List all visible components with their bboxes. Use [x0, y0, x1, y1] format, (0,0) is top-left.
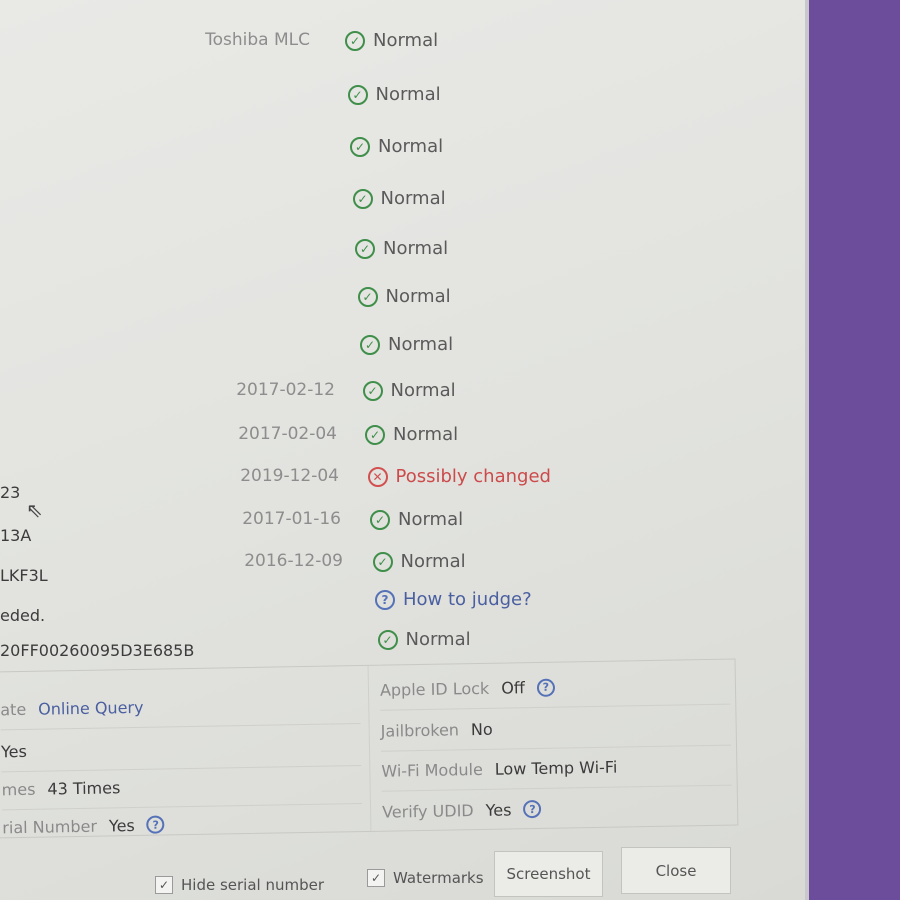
- check-circle-icon: ✓: [352, 188, 373, 209]
- check-circle-icon: ✓: [372, 551, 393, 572]
- value: Yes: [485, 799, 512, 820]
- cell-apple-id-lock: Apple ID Lock Off ?: [379, 664, 731, 711]
- checkbox-checked-icon[interactable]: ✓: [155, 876, 173, 894]
- status-ok: ✓ Normal: [355, 238, 448, 259]
- mouse-cursor-icon: ⇖: [26, 498, 43, 522]
- status-text: Normal: [378, 136, 444, 157]
- value: Off: [501, 678, 526, 698]
- report-window: Toshiba MLC ✓ Normal ✓ Normal ✓ Normal ✓ Normal ✓…: [0, 0, 809, 900]
- label: Verify UDID: [381, 800, 474, 822]
- help-icon[interactable]: ?: [146, 815, 165, 834]
- left-column-value: 13A: [0, 526, 32, 545]
- value: Yes: [0, 741, 27, 762]
- status-text: Normal: [400, 551, 466, 572]
- status-ok: ✓ Normal: [365, 424, 458, 445]
- cell-query-date: ate Online Query: [0, 684, 361, 731]
- value: Yes: [108, 815, 135, 835]
- watermarks-label: Watermarks: [393, 869, 484, 887]
- check-circle-icon: ✓: [377, 629, 398, 650]
- status-text: Normal: [390, 380, 456, 401]
- row-left-value: Toshiba MLC: [205, 30, 310, 50]
- row-left-value: 2017-01-16: [242, 509, 341, 529]
- status-text: Normal: [405, 629, 471, 650]
- status-text: Normal: [388, 334, 454, 355]
- left-column-value: 23: [0, 483, 21, 502]
- label: rial Number: [2, 816, 98, 837]
- status-ok: ✓ Normal: [347, 84, 441, 105]
- row-left-value: 2019-12-04: [240, 466, 339, 486]
- row-left-value: 2016-12-09: [244, 551, 343, 571]
- help-icon[interactable]: ?: [536, 678, 555, 697]
- status-text: Normal: [398, 509, 464, 530]
- check-circle-icon: ✓: [345, 30, 365, 51]
- check-circle-icon: ✓: [355, 238, 375, 259]
- status-ok: ✓ Normal: [360, 334, 453, 355]
- check-circle-icon: ✓: [357, 286, 378, 307]
- status-text: Possibly changed: [395, 466, 551, 487]
- watermarks-checkbox[interactable]: ✓ Watermarks: [367, 869, 484, 887]
- row-left-value: 2017-02-04: [238, 424, 337, 444]
- status-text: Normal: [375, 84, 441, 105]
- left-column-value: LKF3L: [0, 566, 48, 585]
- help-icon[interactable]: ?: [523, 799, 542, 819]
- status-q[interactable]: ? How to judge?: [375, 589, 532, 610]
- status-text: Normal: [393, 424, 459, 445]
- online-query-link[interactable]: Online Query: [38, 698, 144, 719]
- info-table: ate Online Query Yes mes 43 Times rial N…: [0, 658, 739, 839]
- status-ok: ✓ Normal: [377, 629, 471, 650]
- status-text[interactable]: How to judge?: [403, 589, 532, 610]
- value: No: [470, 719, 493, 740]
- status-ok: ✓ Normal: [350, 136, 443, 157]
- cell-wifi-module: Wi-Fi Module Low Temp Wi-Fi: [381, 745, 732, 792]
- cell-jailbroken: Jailbroken No: [380, 705, 732, 752]
- status-ok: ✓ Normal: [357, 286, 451, 307]
- label: ate: [0, 699, 27, 720]
- close-button[interactable]: Close: [621, 847, 731, 894]
- cell-serial-number: rial Number Yes ?: [2, 801, 363, 847]
- status-ok: ✓ Normal: [362, 380, 456, 401]
- status-text: Normal: [383, 238, 449, 259]
- value: Low Temp Wi-Fi: [494, 757, 618, 779]
- status-ok: ✓ Normal: [372, 551, 466, 572]
- cell-verify-udid: Verify UDID Yes ?: [382, 786, 733, 832]
- label: Apple ID Lock: [379, 678, 490, 700]
- status-text: Normal: [385, 286, 451, 307]
- value: 43 Times: [47, 778, 121, 799]
- row-left-value: 2017-02-12: [236, 380, 335, 400]
- check-circle-icon: ✓: [360, 334, 380, 355]
- error-circle-icon: ✕: [367, 466, 388, 487]
- check-circle-icon: ✓: [365, 424, 385, 445]
- left-column-value: 20FF00260095D3E685B: [0, 641, 195, 660]
- hide-serial-checkbox[interactable]: ✓ Hide serial number: [155, 876, 324, 894]
- status-text: Normal: [380, 188, 446, 209]
- status-ok: ✓ Normal: [370, 509, 463, 530]
- label: Wi-Fi Module: [381, 759, 483, 781]
- check-circle-icon: ✓: [370, 509, 390, 530]
- status-ok: ✓ Normal: [352, 188, 446, 209]
- check-circle-icon: ✓: [350, 136, 370, 157]
- status-ok: ✓ Normal: [345, 30, 438, 51]
- label: Jailbroken: [380, 720, 460, 741]
- status-text: Normal: [373, 30, 439, 51]
- screenshot-button[interactable]: Screenshot: [494, 851, 603, 897]
- check-circle-icon: ✓: [347, 84, 368, 105]
- status-bad: ✕ Possibly changed: [367, 466, 551, 487]
- hide-serial-label: Hide serial number: [181, 876, 325, 894]
- help-icon: ?: [375, 589, 395, 610]
- check-circle-icon: ✓: [362, 380, 383, 401]
- label: mes: [1, 779, 36, 800]
- left-column-value: eded.: [0, 606, 46, 625]
- checkbox-checked-icon[interactable]: ✓: [367, 869, 385, 887]
